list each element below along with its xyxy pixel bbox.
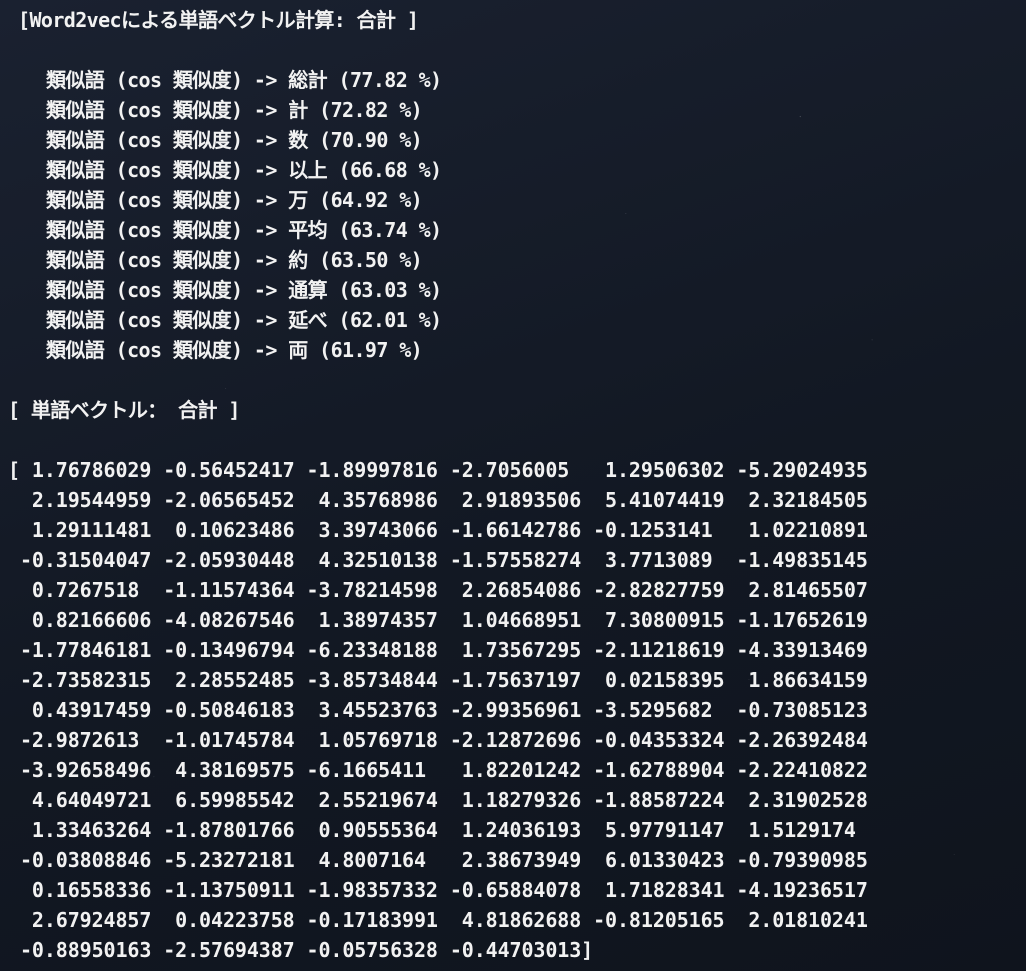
similar-label: 類似語 (cos 類似度) -> (46, 248, 277, 272)
vector-row: -1.77846181 -0.13496794 -6.23348188 1.73… (8, 638, 868, 662)
similar-label: 類似語 (cos 類似度) -> (46, 308, 277, 332)
similar-label: 類似語 (cos 類似度) -> (46, 338, 277, 362)
vector-header: [ 単語ベクトル： 合計 ] (8, 398, 240, 422)
similar-word: 万 (288, 188, 308, 212)
vector-row: -3.92658496 4.38169575 -6.1665411 1.8220… (8, 758, 868, 782)
vector-row: -0.03808846 -5.23272181 4.8007164 2.3867… (8, 848, 868, 872)
similar-label: 類似語 (cos 類似度) -> (46, 218, 277, 242)
similar-word: 計 (288, 98, 308, 122)
similar-word: 総計 (288, 68, 328, 92)
similar-word: 約 (288, 248, 308, 272)
similarity-score: (72.82 %) (319, 98, 423, 122)
similarity-score: (61.97 %) (319, 338, 423, 362)
similarity-score: (63.50 %) (319, 248, 423, 272)
similar-word-line: 類似語 (cos 類似度) -> 以上 (66.68 %) (46, 155, 442, 185)
terminal-output: [Word2vecによる単語ベクトル計算: 合計 ] 類似語 (cos 類似度)… (0, 0, 1026, 971)
vector-row: 2.67924857 0.04223758 -0.17183991 4.8186… (8, 908, 868, 932)
similar-word-line: 類似語 (cos 類似度) -> 万 (64.92 %) (46, 185, 423, 215)
similar-word-line: 類似語 (cos 類似度) -> 平均 (63.74 %) (46, 215, 442, 245)
similar-word: 通算 (288, 278, 328, 302)
vector-row: 0.16558336 -1.13750911 -1.98357332 -0.65… (8, 878, 868, 902)
similar-word-line: 類似語 (cos 類似度) -> 通算 (63.03 %) (46, 275, 442, 305)
vector-row: -2.73582315 2.28552485 -3.85734844 -1.75… (8, 668, 868, 692)
similar-label: 類似語 (cos 類似度) -> (46, 158, 277, 182)
vector-row: 2.19544959 -2.06565452 4.35768986 2.9189… (8, 488, 868, 512)
similar-word-line: 類似語 (cos 類似度) -> 延べ (62.01 %) (46, 305, 442, 335)
vector-row: 4.64049721 6.59985542 2.55219674 1.18279… (8, 788, 868, 812)
similar-label: 類似語 (cos 類似度) -> (46, 98, 277, 122)
similar-word: 数 (288, 128, 308, 152)
vector-row: 0.7267518 -1.11574364 -3.78214598 2.2685… (8, 578, 868, 602)
similar-label: 類似語 (cos 類似度) -> (46, 278, 277, 302)
similar-label: 類似語 (cos 類似度) -> (46, 128, 277, 152)
similar-word-line: 類似語 (cos 類似度) -> 数 (70.90 %) (46, 125, 423, 155)
similarity-score: (63.03 %) (338, 278, 443, 302)
similarity-score: (77.82 %) (338, 68, 443, 92)
similar-word: 両 (288, 338, 308, 362)
vector-row: -0.31504047 -2.05930448 4.32510138 -1.57… (8, 548, 868, 572)
vector-row: -0.88950163 -2.57694387 -0.05756328 -0.4… (8, 938, 594, 962)
vector-row: -2.9872613 -1.01745784 1.05769718 -2.128… (8, 728, 868, 752)
similarity-score: (63.74 %) (338, 218, 443, 242)
similarity-score: (70.90 %) (319, 128, 423, 152)
similar-word: 以上 (288, 158, 328, 182)
similar-word: 平均 (288, 218, 328, 242)
similar-word-line: 類似語 (cos 類似度) -> 約 (63.50 %) (46, 245, 423, 275)
similar-label: 類似語 (cos 類似度) -> (46, 68, 277, 92)
similarity-score: (66.68 %) (338, 158, 443, 182)
similarity-score: (64.92 %) (319, 188, 423, 212)
vector-row: 0.82166606 -4.08267546 1.38974357 1.0466… (8, 608, 868, 632)
similarity-score: (62.01 %) (338, 308, 443, 332)
similar-word-line: 類似語 (cos 類似度) -> 計 (72.82 %) (46, 95, 423, 125)
similar-label: 類似語 (cos 類似度) -> (46, 188, 277, 212)
vector-row: 1.33463264 -1.87801766 0.90555364 1.2403… (8, 818, 856, 842)
result-title: [Word2vecによる単語ベクトル計算: 合計 ] (18, 8, 419, 32)
similar-word: 延べ (288, 308, 328, 332)
vector-row: 1.29111481 0.10623486 3.39743066 -1.6614… (8, 518, 868, 542)
vector-row: [ 1.76786029 -0.56452417 -1.89997816 -2.… (8, 458, 868, 482)
vector-row: 0.43917459 -0.50846183 3.45523763 -2.993… (8, 698, 868, 722)
similar-word-line: 類似語 (cos 類似度) -> 両 (61.97 %) (46, 335, 423, 365)
similar-word-line: 類似語 (cos 類似度) -> 総計 (77.82 %) (46, 65, 442, 95)
